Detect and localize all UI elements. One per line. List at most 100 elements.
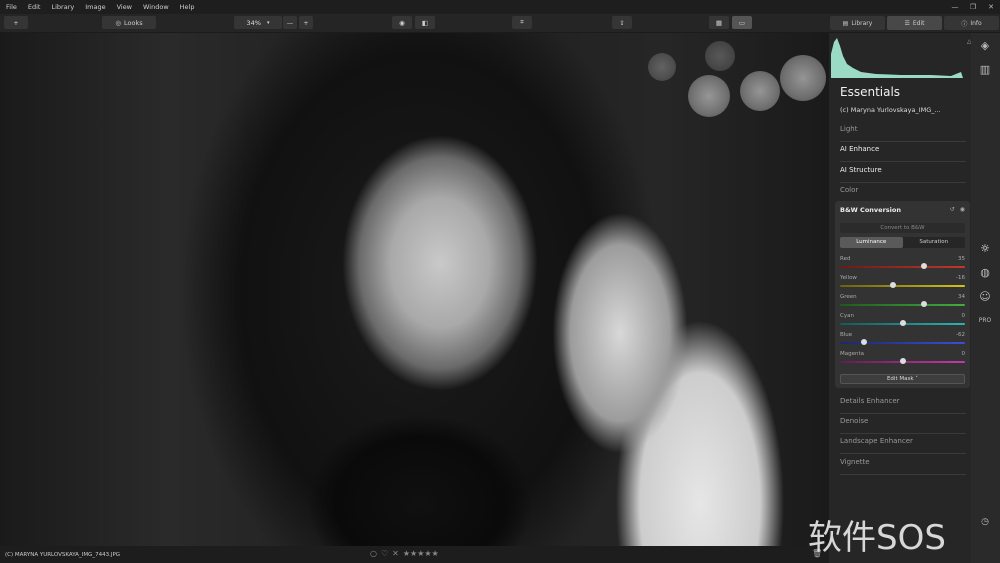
slider-blue[interactable]: Blue -62 [840, 332, 965, 351]
minus-icon: — [286, 18, 294, 27]
zoom-out-button[interactable]: — [283, 16, 297, 29]
section-denoise[interactable]: Denoise [840, 414, 966, 434]
panel-toggle-icon[interactable]: ▥ [977, 62, 993, 78]
slider-track[interactable] [840, 304, 965, 306]
slider-value: 35 [958, 256, 965, 262]
bokeh-light [740, 71, 780, 111]
file-name: (C) MARYNA YURLOVSKAYA_IMG_7443.JPG [5, 551, 121, 558]
slider-track[interactable] [840, 342, 965, 344]
bw-title: B&W Conversion [840, 206, 901, 214]
looks-icon: ◎ [115, 18, 122, 27]
slider-green[interactable]: Green 34 [840, 294, 965, 313]
reject-icon[interactable]: ✕ [392, 549, 399, 558]
section-color[interactable]: Color [840, 183, 966, 203]
menu-file[interactable]: File [6, 3, 17, 11]
slider-knob[interactable] [860, 339, 867, 345]
zoom-select[interactable]: 34% ▾ [234, 16, 282, 29]
menu-library[interactable]: Library [51, 3, 74, 11]
menu-edit[interactable]: Edit [28, 3, 41, 11]
toggle-icon[interactable]: ◉ [960, 206, 965, 213]
watermark-text: 软件SOS [808, 518, 946, 558]
slider-knob[interactable] [889, 282, 896, 288]
slider-magenta[interactable]: Magenta 0 [840, 351, 965, 370]
watermark-logo: 软件SOS [808, 510, 946, 559]
single-view-icon: ▭ [738, 18, 746, 27]
slider-value: 0 [961, 351, 966, 357]
zoom-in-button[interactable]: + [299, 16, 313, 29]
slider-label: Cyan [840, 313, 854, 319]
slider-label: Green [840, 294, 857, 300]
menu-bar: File Edit Library Image View Window Help [0, 0, 1000, 14]
tab-edit[interactable]: ☰ Edit [887, 16, 942, 30]
slider-yellow[interactable]: Yellow -16 [840, 275, 965, 294]
status-bar: (C) MARYNA YURLOVSKAYA_IMG_7443.JPG ○ ♡ … [0, 546, 829, 563]
layers-icon[interactable]: ◈ [977, 38, 993, 54]
bokeh-light [705, 41, 735, 71]
section-ai-enhance[interactable]: AI Enhance [840, 142, 966, 162]
add-button[interactable]: + [4, 16, 28, 29]
tab-edit-label: Edit [912, 19, 925, 27]
menu-view[interactable]: View [117, 3, 132, 11]
star-rating[interactable]: ★★★★★ [403, 549, 439, 558]
grid-view-button[interactable]: ▦ [709, 16, 729, 29]
info-icon: ⓘ [961, 20, 968, 28]
section-ai-structure[interactable]: AI Structure [840, 163, 966, 183]
slider-knob[interactable] [921, 263, 928, 269]
slider-knob[interactable] [899, 320, 906, 326]
maximize-icon[interactable]: ❐ [964, 0, 982, 14]
pro-tools-icon[interactable]: PRO [977, 313, 993, 329]
edit-mask-button[interactable]: Edit Mask ˅ [840, 374, 965, 384]
rating-bar: ○ ♡ ✕ ★★★★★ [370, 549, 439, 558]
bokeh-light [688, 75, 730, 117]
histogram [831, 38, 963, 78]
chevron-down-icon: ▾ [266, 19, 270, 26]
looks-label: Looks [124, 18, 143, 27]
menu-help[interactable]: Help [180, 3, 195, 11]
flag-icon[interactable]: ○ [370, 549, 377, 558]
crop-button[interactable]: ⌗ [512, 16, 532, 29]
slider-knob[interactable] [899, 358, 906, 364]
library-icon: ▤ [842, 19, 849, 27]
plus-icon: + [303, 18, 309, 27]
slider-cyan[interactable]: Cyan 0 [840, 313, 965, 332]
menu-window[interactable]: Window [143, 3, 169, 11]
face-icon[interactable]: ☺ [977, 289, 993, 305]
slider-knob[interactable] [920, 301, 927, 307]
photo-canvas[interactable] [0, 33, 829, 546]
preview-button[interactable]: ◉ [392, 16, 412, 29]
tab-luminance[interactable]: Luminance [840, 237, 903, 248]
section-vignette[interactable]: Vignette [840, 455, 966, 475]
zoom-value: 34% [246, 18, 261, 27]
bw-header-icons: ↺ ◉ [950, 206, 965, 213]
slider-value: -16 [956, 275, 965, 281]
convert-to-bw-button[interactable]: Convert to B&W [840, 223, 965, 233]
slider-value: 0 [961, 313, 966, 319]
section-landscape-enhancer[interactable]: Landscape Enhancer [840, 434, 966, 454]
bokeh-light [780, 55, 826, 101]
tab-info[interactable]: ⓘ Info [944, 16, 999, 30]
section-details-enhancer[interactable]: Details Enhancer [840, 394, 966, 414]
menu-image[interactable]: Image [85, 3, 105, 11]
looks-button[interactable]: ◎ Looks [102, 16, 156, 29]
image-subtitle: (c) Maryna Yurlovskaya_IMG_... [840, 106, 941, 114]
slider-label: Yellow [840, 275, 857, 281]
slider-label: Magenta [840, 351, 865, 357]
section-light[interactable]: Light [840, 122, 966, 142]
reset-icon[interactable]: ↺ [950, 206, 955, 213]
palette-icon[interactable]: ◍ [977, 265, 993, 281]
tab-saturation[interactable]: Saturation [903, 237, 966, 248]
compare-button[interactable]: ◧ [415, 16, 435, 29]
slider-track[interactable] [840, 266, 965, 268]
single-view-button[interactable]: ▭ [732, 16, 752, 29]
slider-track[interactable] [840, 285, 965, 287]
slider-label: Red [840, 256, 851, 262]
heart-icon[interactable]: ♡ [381, 549, 388, 558]
slider-label: Blue [840, 332, 853, 338]
sun-icon[interactable]: ☼ [977, 241, 993, 257]
tab-library[interactable]: ▤ Library [830, 16, 885, 30]
slider-red[interactable]: Red 35 [840, 256, 965, 275]
minimize-icon[interactable]: — [946, 0, 964, 14]
share-button[interactable]: ⇪ [612, 16, 632, 29]
close-icon[interactable]: ✕ [982, 0, 1000, 14]
history-icon[interactable]: ◷ [977, 514, 993, 530]
